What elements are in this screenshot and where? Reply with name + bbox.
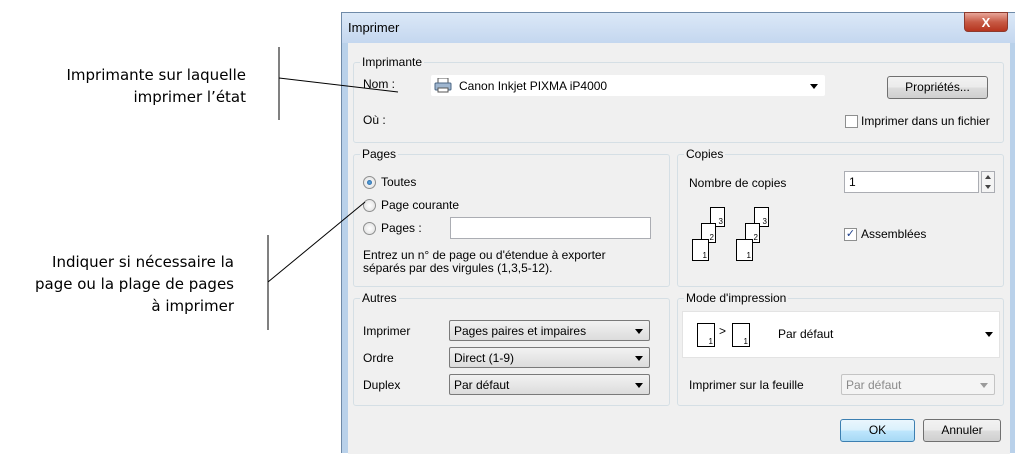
printer-icon (434, 77, 452, 96)
radio-current-page[interactable] (363, 199, 376, 212)
annotation-line: imprimer l’état (133, 88, 246, 106)
annotation-line: page ou la plage de pages (34, 275, 234, 293)
print-on-sheet-value: Par défaut (846, 378, 902, 392)
annotation-line: Imprimante sur laquelle (66, 66, 246, 84)
chevron-down-icon (635, 356, 643, 361)
close-button[interactable]: X (964, 12, 1008, 32)
copies-count-label: Nombre de copies (689, 176, 787, 190)
dialog-title: Imprimer (348, 20, 400, 35)
annotation-printer: Imprimante sur laquelle imprimer l’état (10, 64, 246, 108)
chevron-down-icon (810, 84, 818, 89)
radio-all-pages[interactable] (363, 176, 376, 189)
duplex-select[interactable]: Par défaut (449, 374, 650, 395)
ok-button[interactable]: OK (840, 419, 915, 442)
order-select[interactable]: Direct (1-9) (449, 347, 650, 368)
others-group: Autres Imprimer Pages paires et impaires… (353, 291, 670, 406)
collate-checkbox[interactable]: ✓ (844, 228, 857, 241)
pages-group-label: Pages (360, 147, 399, 161)
radio-current-page-label: Page courante (381, 198, 460, 212)
others-group-label: Autres (360, 291, 399, 305)
page-icon: 1 (697, 323, 715, 347)
printer-name-label: Nom : (363, 77, 396, 91)
title-bar: Imprimer X (342, 12, 1015, 43)
print-select-value: Pages paires et impaires (454, 324, 587, 338)
print-dialog: Imprimer X Imprimante Nom : Canon Inkjet… (341, 12, 1015, 454)
print-mode-group: Mode d'impression 1 > 1 Par défaut Impri… (677, 291, 1004, 406)
order-select-value: Direct (1-9) (454, 351, 515, 365)
printer-group: Imprimante Nom : Canon Inkjet PIXMA iP40… (353, 55, 1004, 143)
spin-down-icon[interactable] (985, 185, 991, 189)
properties-button[interactable]: Propriétés... (887, 76, 988, 99)
print-to-file-label: Imprimer dans un fichier (861, 114, 990, 128)
print-to-file-checkbox[interactable] (845, 115, 858, 128)
print-mode-group-label: Mode d'impression (684, 291, 789, 305)
printer-group-label: Imprimante (360, 55, 425, 69)
annotation-line: Indiquer si nécessaire la (52, 253, 234, 271)
page-icon: 1 (692, 239, 709, 261)
printer-name-value: Canon Inkjet PIXMA iP4000 (459, 79, 608, 93)
pages-group: Pages Toutes Page courante Pages : Entre… (353, 147, 670, 287)
print-mode-select[interactable]: 1 > 1 Par défaut (682, 311, 1000, 358)
copies-group: Copies Nombre de copies 1 3 2 1 3 2 1 ✓ … (677, 147, 1004, 287)
page-range-hint: Entrez un n° de page ou d'étendue à expo… (363, 248, 606, 262)
spin-up-icon[interactable] (985, 175, 991, 179)
print-on-sheet-select[interactable]: Par défaut (841, 374, 995, 395)
radio-page-range[interactable] (363, 222, 376, 235)
copies-count-input[interactable]: 1 (844, 171, 979, 193)
annotation-line: à imprimer (151, 297, 234, 315)
chevron-down-icon (985, 332, 993, 337)
collate-illustration: 3 2 1 3 2 1 (692, 203, 792, 269)
copies-group-label: Copies (684, 147, 726, 161)
arrow-right-icon: > (719, 324, 727, 338)
page-icon: 1 (732, 323, 750, 347)
print-on-sheet-label: Imprimer sur la feuille (689, 378, 804, 392)
print-label: Imprimer (363, 324, 411, 338)
annotation-pages: Indiquer si nécessaire la page ou la pla… (0, 251, 234, 317)
duplex-label: Duplex (363, 378, 401, 392)
print-mode-value: Par défaut (778, 327, 834, 341)
order-label: Ordre (363, 351, 394, 365)
duplex-select-value: Par défaut (454, 378, 510, 392)
page-range-hint: séparés par des virgules (1,3,5-12). (363, 261, 553, 275)
print-select[interactable]: Pages paires et impaires (449, 320, 650, 341)
copies-count-value: 1 (849, 175, 856, 189)
chevron-down-icon (635, 329, 643, 334)
radio-page-range-label: Pages : (381, 221, 422, 235)
chevron-down-icon (635, 383, 643, 388)
dialog-body: Imprimante Nom : Canon Inkjet PIXMA iP40… (348, 43, 1010, 454)
collate-label: Assemblées (861, 227, 927, 241)
radio-all-pages-label: Toutes (381, 175, 417, 189)
printer-where-label: Où : (363, 113, 386, 127)
page-icon: 1 (736, 239, 753, 261)
copies-spinner[interactable] (981, 171, 995, 193)
page-range-input[interactable] (450, 217, 651, 239)
printer-select[interactable]: Canon Inkjet PIXMA iP4000 (431, 75, 825, 96)
chevron-down-icon (980, 383, 988, 388)
cancel-button[interactable]: Annuler (923, 419, 1001, 442)
